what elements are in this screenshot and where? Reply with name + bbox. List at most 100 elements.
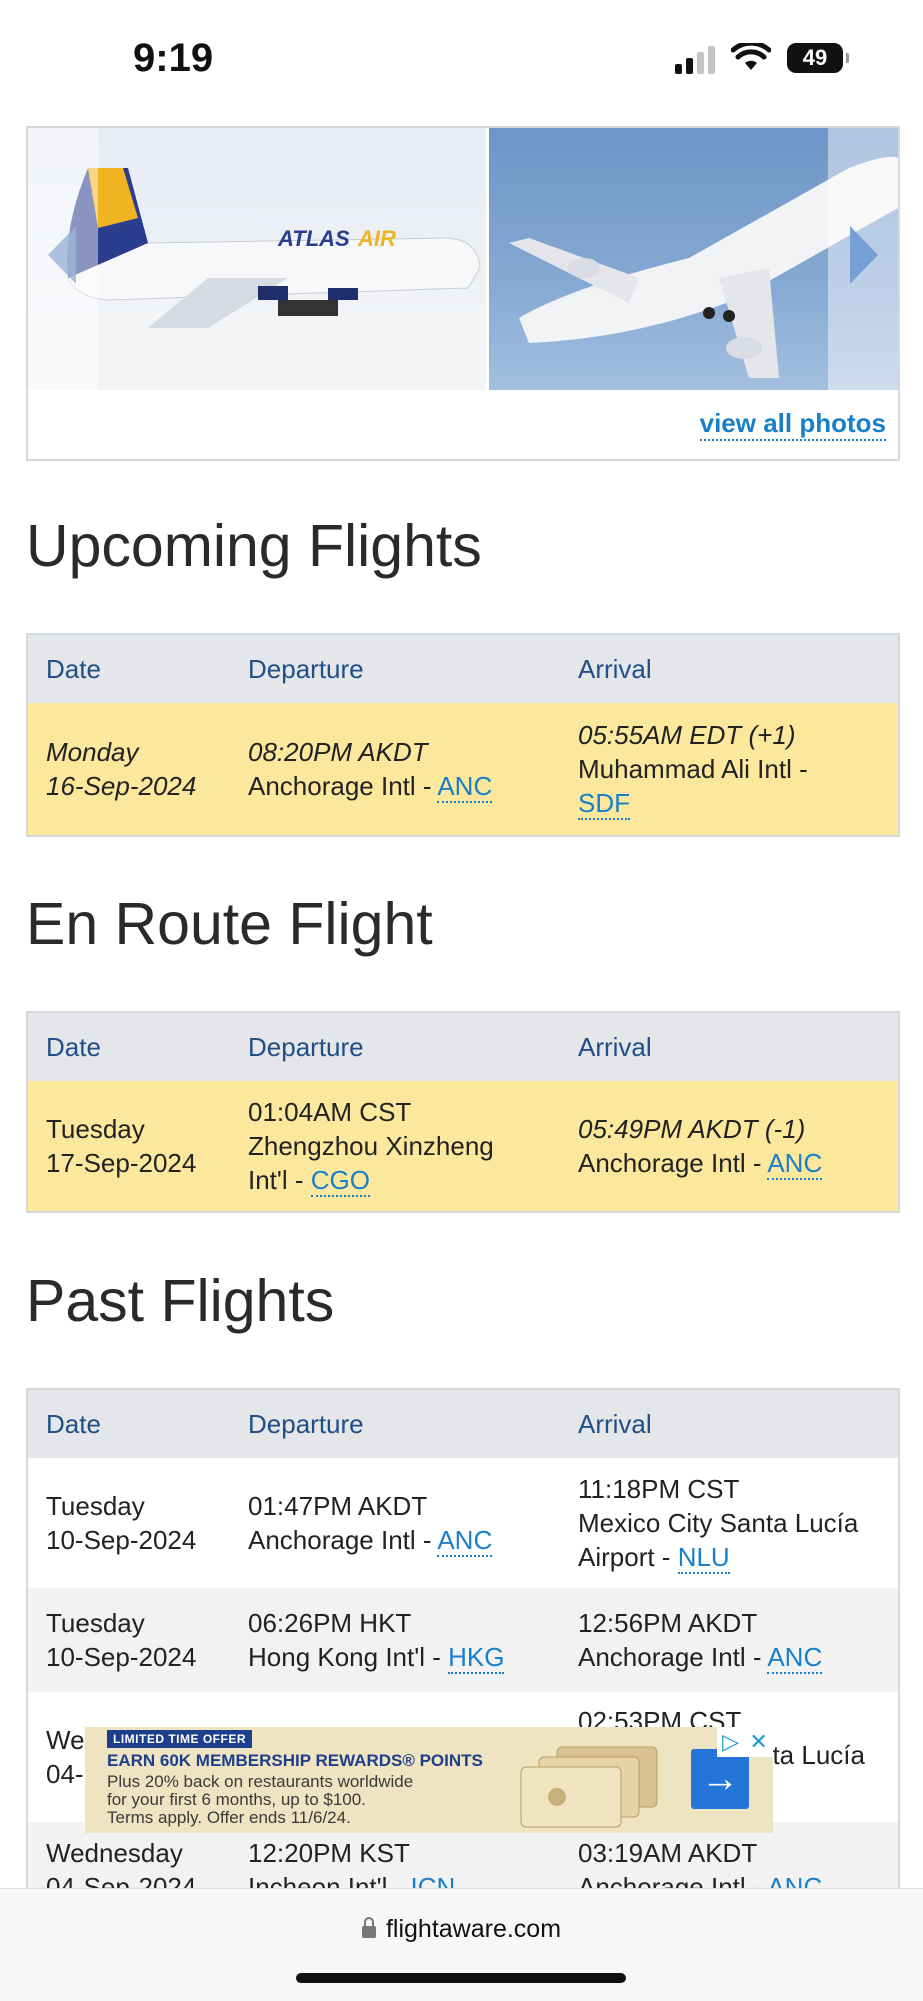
arrival-airport: Mexico City Santa Lucía (578, 1508, 859, 1538)
arrival-time: 05:55AM EDT (+1) (578, 720, 796, 750)
departure-header: Departure (248, 1409, 364, 1439)
lock-icon (361, 1917, 376, 1938)
date-text: 16-Sep-2024 (46, 771, 197, 801)
arrival-time: 12:56PM AKDT (578, 1608, 758, 1638)
departure-airport: Anchorage Intl - (248, 1525, 438, 1555)
date-header: Date (46, 1032, 101, 1062)
photo-carousel: ATLAS AIR view all photos (26, 126, 900, 461)
cellular-signal-icon (675, 42, 715, 74)
carousel-prev-arrow-icon[interactable] (42, 220, 82, 290)
upcoming-flights-table: Date Departure Arrival Monday 16-Sep-202… (26, 633, 900, 837)
en-route-flight-table: Date Departure Arrival Tuesday 17-Sep-20… (26, 1011, 900, 1213)
departure-cell: 06:26PM HKT Hong Kong Int'l - HKG (230, 1588, 560, 1692)
en-route-flight-title: En Route Flight (26, 891, 433, 957)
date-text: 17-Sep-2024 (46, 1148, 197, 1178)
ad-banner[interactable]: LIMITED TIME OFFER EARN 60K MEMBERSHIP R… (85, 1727, 773, 1833)
arrival-airport: Anchorage Intl - (578, 1148, 768, 1178)
arrival-time: 11:18PM CST (578, 1474, 740, 1504)
departure-time: 01:04AM CST (248, 1097, 412, 1127)
date-text: 10-Sep-2024 (46, 1642, 197, 1672)
departure-airport: Zhengzhou Xinzheng (248, 1131, 494, 1161)
arrival-time: 05:49PM AKDT (-1) (578, 1114, 806, 1144)
table-row[interactable]: Monday 16-Sep-2024 08:20PM AKDT Anchorag… (28, 703, 898, 835)
date-header: Date (46, 1409, 101, 1439)
departure-time: 12:20PM KST (248, 1838, 410, 1868)
departure-header: Departure (248, 1032, 364, 1062)
departure-airport: Hong Kong Int'l - (248, 1642, 449, 1672)
date-cell: Tuesday 10-Sep-2024 (28, 1458, 230, 1588)
close-icon[interactable]: ✕ (749, 1729, 767, 1755)
departure-cell: 01:04AM CST Zhengzhou Xinzheng Int'l - C… (230, 1081, 560, 1211)
table-row[interactable]: Tuesday 10-Sep-2024 06:26PM HKT Hong Kon… (28, 1588, 898, 1692)
wifi-icon (731, 43, 771, 70)
departure-time: 08:20PM AKDT (248, 737, 428, 767)
ad-line: Plus 20% back on restaurants worldwide (107, 1772, 414, 1791)
arrival-header: Arrival (578, 1032, 652, 1062)
url-display[interactable]: flightaware.com (0, 1915, 923, 1944)
departure-airport-suffix: Int'l - (248, 1165, 311, 1195)
table-row[interactable]: Tuesday 10-Sep-2024 01:47PM AKDT Anchora… (28, 1458, 898, 1588)
departure-airport: Anchorage Intl - (248, 771, 438, 801)
carousel-next-arrow-icon[interactable] (844, 220, 884, 290)
arrival-cell: 05:49PM AKDT (-1) Anchorage Intl - ANC (560, 1081, 898, 1211)
arrival-airport: Muhammad Ali Intl - (578, 754, 808, 784)
airport-code-link[interactable]: SDF (578, 788, 630, 820)
arrival-time: 03:19AM AKDT (578, 1838, 758, 1868)
arrival-cell: 11:18PM CST Mexico City Santa Lucía Airp… (560, 1458, 898, 1588)
table-header-row: Date Departure Arrival (28, 1390, 898, 1458)
airport-code-link[interactable]: CGO (310, 1165, 370, 1197)
svg-text:ATLAS: ATLAS (277, 226, 350, 251)
day-text: Wednesday (46, 1838, 183, 1868)
status-icons: 49 (675, 42, 849, 74)
arrival-airport-suffix: Airport - (578, 1542, 678, 1572)
svg-text:AIR: AIR (357, 226, 396, 251)
arrival-cell: 05:55AM EDT (+1) Muhammad Ali Intl - SDF (560, 703, 898, 835)
arrival-header: Arrival (578, 1409, 652, 1439)
browser-address-bar[interactable]: flightaware.com (0, 1888, 923, 2001)
day-text: Tuesday (46, 1608, 145, 1638)
day-text: Tuesday (46, 1114, 145, 1144)
airport-code-link[interactable]: ANC (767, 1148, 823, 1180)
date-header: Date (46, 654, 101, 684)
ad-tag: LIMITED TIME OFFER (107, 1730, 252, 1748)
day-text: Tuesday (46, 1491, 145, 1521)
airport-code-link[interactable]: HKG (448, 1642, 505, 1674)
departure-cell: 01:47PM AKDT Anchorage Intl - ANC (230, 1458, 560, 1588)
adchoices-icon[interactable]: ▷ (722, 1729, 739, 1755)
arrival-airport: Anchorage Intl - (578, 1642, 768, 1672)
departure-time: 06:26PM HKT (248, 1608, 412, 1638)
past-flights-title: Past Flights (26, 1268, 335, 1334)
ad-body: Plus 20% back on restaurants worldwide f… (107, 1773, 413, 1827)
departure-cell: 08:20PM AKDT Anchorage Intl - ANC (230, 703, 560, 835)
airport-code-link[interactable]: ANC (437, 1525, 493, 1557)
date-cell: Tuesday 10-Sep-2024 (28, 1588, 230, 1692)
day-text: Monday (46, 737, 139, 767)
past-flights-table: Date Departure Arrival Tuesday 10-Sep-20… (26, 1388, 900, 1928)
table-header-row: Date Departure Arrival (28, 1013, 898, 1081)
status-bar: 9:19 49 (0, 0, 923, 120)
ad-line: Terms apply. Offer ends 11/6/24. (107, 1808, 351, 1827)
date-cell: Tuesday 17-Sep-2024 (28, 1081, 230, 1211)
table-header-row: Date Departure Arrival (28, 635, 898, 703)
battery-icon: 49 (787, 43, 849, 73)
date-cell: Monday 16-Sep-2024 (28, 703, 230, 835)
table-row[interactable]: Tuesday 17-Sep-2024 01:04AM CST Zhengzho… (28, 1081, 898, 1211)
ad-headline: EARN 60K MEMBERSHIP REWARDS® POINTS (107, 1751, 483, 1770)
upcoming-flights-title: Upcoming Flights (26, 513, 482, 579)
airport-code-link[interactable]: ANC (767, 1642, 823, 1674)
arrival-header: Arrival (578, 654, 652, 684)
url-text: flightaware.com (385, 1915, 562, 1943)
status-time: 9:19 (133, 36, 214, 80)
credit-cards-image (520, 1746, 658, 1828)
home-indicator[interactable] (296, 1973, 626, 1983)
arrival-cell: 12:56PM AKDT Anchorage Intl - ANC (560, 1588, 898, 1692)
view-all-photos-link[interactable]: view all photos (699, 408, 886, 441)
ad-choices[interactable]: ▷ ✕ (717, 1727, 773, 1757)
airport-code-link[interactable]: ANC (437, 771, 493, 803)
arrow-right-icon[interactable]: → (691, 1749, 749, 1809)
departure-time: 01:47PM AKDT (248, 1491, 428, 1521)
departure-header: Departure (248, 654, 364, 684)
ad-line: for your first 6 months, up to $100. (107, 1790, 366, 1809)
date-text: 10-Sep-2024 (46, 1525, 197, 1555)
airport-code-link[interactable]: NLU (677, 1542, 730, 1574)
